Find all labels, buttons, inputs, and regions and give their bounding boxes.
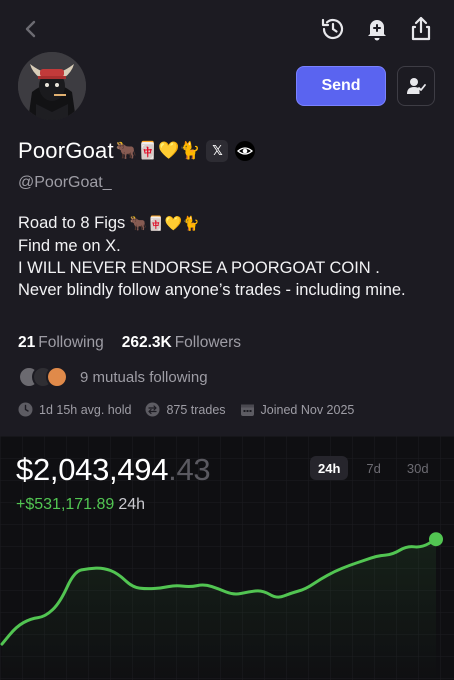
followers-count: 262.3K — [121, 334, 172, 351]
following-count: 21 — [18, 334, 36, 351]
mutuals-row[interactable]: 9 mutuals following — [18, 364, 208, 390]
portfolio-chart-section: $2,043,494.43 +$531,171.89 24h 24h 7d 30d — [0, 436, 454, 680]
pnl-value: +$531,171.89 — [16, 496, 115, 513]
chart-end-point — [429, 532, 443, 547]
bio: Road to 8 Figs 🐂🀄💛🐈 Find me on X. I WILL… — [18, 212, 438, 301]
name-row: PoorGoat 🐂🀄💛🐈 𝕏 — [18, 136, 256, 166]
swap-icon — [145, 402, 160, 417]
followers-stat[interactable]: 262.3K Followers — [122, 334, 241, 352]
meta-row: 1d 15h avg. hold 875 trades Joined Nov 2… — [18, 402, 368, 417]
avg-hold-item: 1d 15h avg. hold — [18, 402, 131, 417]
followers-label: Followers — [174, 334, 242, 351]
calendar-icon — [240, 404, 254, 416]
bio-line-3: I WILL NEVER ENDORSE A POORGOAT COIN . — [18, 259, 380, 277]
following-stat[interactable]: 21 Following — [18, 334, 104, 352]
user-check-icon — [407, 78, 426, 94]
bio-line-1-text: Road to 8 Figs — [18, 214, 130, 232]
avg-hold-text: 1d 15h avg. hold — [39, 402, 132, 417]
send-button[interactable]: Send — [296, 66, 386, 106]
share-icon[interactable] — [406, 14, 436, 44]
tab-30d[interactable]: 30d — [399, 456, 437, 480]
tab-7d[interactable]: 7d — [358, 456, 388, 480]
timeframe-selector: 24h 7d 30d — [310, 456, 447, 480]
name-emojis: 🐂🀄💛🐈 — [115, 141, 201, 161]
bio-line-2: Find me on X. — [18, 237, 121, 255]
x-badge-icon[interactable]: 𝕏 — [206, 140, 229, 162]
back-arrow-icon[interactable] — [18, 16, 44, 42]
follow-button[interactable] — [397, 66, 435, 106]
balance-main: $2,043,494 — [16, 452, 169, 487]
following-label: Following — [38, 334, 104, 351]
bio-emojis: 🐂🀄💛🐈 — [129, 216, 200, 232]
pnl-period: 24h — [118, 496, 146, 513]
trades-item: 875 trades — [145, 402, 226, 417]
history-icon[interactable] — [318, 14, 348, 44]
avatar — [18, 52, 86, 120]
handle: @PoorGoat_ — [18, 174, 112, 191]
bell-plus-icon[interactable] — [362, 14, 392, 44]
joined-item: Joined Nov 2025 — [240, 402, 355, 417]
pnl-row: +$531,171.89 24h — [16, 496, 145, 514]
portfolio-balance: $2,043,494.43 — [16, 452, 211, 488]
bull-avatar-icon — [18, 52, 86, 120]
bio-line-1: Road to 8 Figs 🐂🀄💛🐈 — [18, 212, 438, 235]
mutuals-text: 9 mutuals following — [80, 368, 208, 386]
bio-line-4: Never blindly follow anyone’s trades - i… — [18, 281, 406, 299]
follow-stats: 21 Following 262.3K Followers — [18, 334, 241, 352]
trades-text: 875 trades — [166, 402, 226, 417]
tab-24h[interactable]: 24h — [310, 456, 349, 480]
balance-cents: .43 — [168, 452, 211, 487]
eye-badge-icon[interactable] — [234, 140, 256, 162]
mutual-avatar — [46, 366, 68, 388]
joined-text: Joined Nov 2025 — [260, 402, 355, 417]
clock-icon — [18, 402, 33, 417]
display-name: PoorGoat — [18, 138, 114, 163]
top-bar — [0, 0, 454, 60]
